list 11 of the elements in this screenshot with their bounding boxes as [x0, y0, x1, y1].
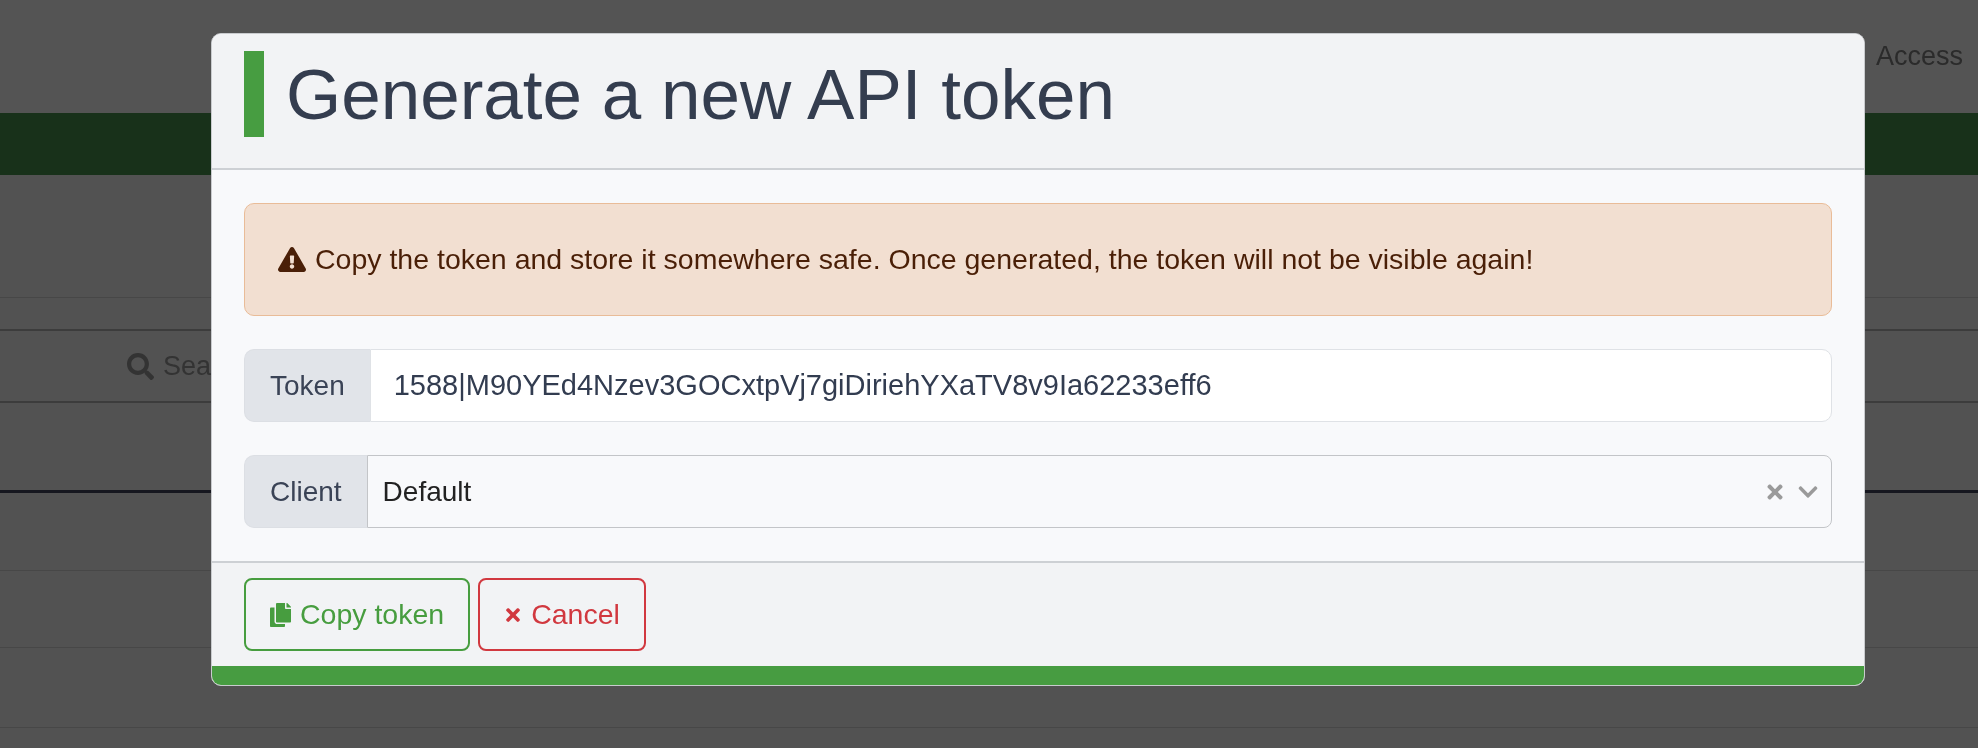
copy-icon [270, 602, 291, 627]
token-field[interactable]: 1588|M90YEd4Nzev3GOCxtpVj7giDiriehYXaTV8v9Ia62233eff6 [369, 349, 1832, 422]
search-icon [127, 352, 154, 380]
cancel-button[interactable]: Cancel [478, 578, 646, 651]
modal-title: Generate a new API token [286, 58, 1115, 130]
copy-button[interactable]: Copy token [244, 578, 471, 651]
field-label: Token [244, 349, 370, 422]
warning-icon [278, 247, 306, 272]
field-label: Client [244, 455, 367, 528]
client-select[interactable]: Default [366, 455, 1832, 528]
alert-message: Copy the token and store it somewhere safe. Once generated, the token will not be visible again! [315, 242, 1534, 278]
